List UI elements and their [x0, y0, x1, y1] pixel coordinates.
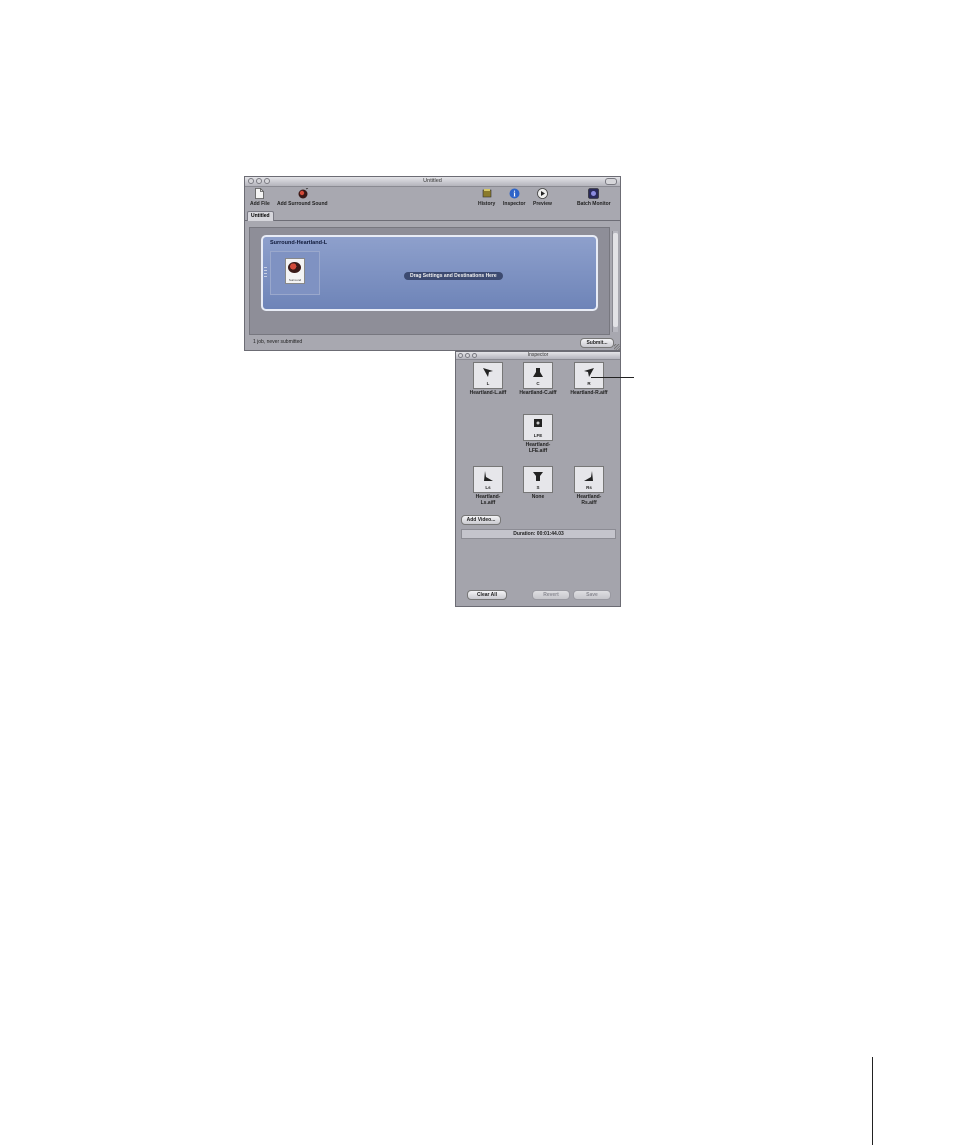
title-bar[interactable]: Untitled — [245, 177, 620, 187]
channel-label: C — [536, 381, 540, 386]
save-button[interactable]: Save — [573, 590, 611, 600]
scrollbar-thumb[interactable] — [613, 233, 618, 327]
surround-sound-icon — [297, 187, 308, 199]
inspector-window: Inspector L Heartland-L.aiff C Heartland… — [455, 351, 621, 607]
speaker-file-label: None — [531, 494, 545, 500]
inspector-label: Inspector — [503, 201, 526, 207]
document-icon — [254, 188, 265, 199]
speaker-file-label: Heartland-R.aiff — [570, 390, 608, 396]
status-text: 1 job, never submitted — [253, 339, 303, 345]
speaker-tile[interactable]: LFE — [523, 414, 553, 441]
info-icon: i — [509, 188, 520, 199]
speaker-file-label: Heartland-C.aiff — [519, 390, 557, 396]
channel-label: LFE — [533, 433, 543, 438]
preview-label: Preview — [533, 201, 552, 207]
toolbar-toggle-button[interactable] — [605, 178, 617, 185]
speaker-tile[interactable]: R — [574, 362, 604, 389]
speaker-file-label: Heartland-Rs.aiff — [576, 494, 602, 506]
window-title: Untitled — [423, 178, 442, 184]
batch-window: Untitled Add File Add Surround Sound His… — [244, 176, 621, 351]
speaker-file-label: Heartland-L.aiff — [469, 390, 507, 396]
job-card[interactable]: Surround-Heartland-L Surround Drag Setti… — [261, 235, 598, 311]
drop-target-hint[interactable]: Drag Settings and Destinations Here — [404, 272, 503, 280]
revert-button[interactable]: Revert — [532, 590, 570, 600]
batch-monitor-label: Batch Monitor — [577, 201, 611, 207]
speaker-slot-rs[interactable]: Rs Heartland-Rs.aiff — [564, 466, 614, 506]
vertical-scrollbar[interactable] — [612, 231, 618, 332]
speaker-slot-l[interactable]: L Heartland-L.aiff — [463, 362, 513, 396]
channel-label: S — [536, 485, 540, 490]
batch-tabs: Untitled — [245, 210, 620, 221]
toolbar: Add File Add Surround Sound History i In… — [245, 187, 620, 209]
batch-job-list[interactable]: Surround-Heartland-L Surround Drag Setti… — [249, 227, 610, 335]
add-surround-sound-button[interactable]: Add Surround Sound — [277, 187, 328, 207]
subwoofer-icon — [524, 419, 552, 433]
job-title: Surround-Heartland-L — [270, 240, 328, 246]
surround-file-icon: Surround — [285, 258, 305, 284]
submit-button[interactable]: Submit... — [580, 338, 614, 348]
surround-disc-icon — [288, 262, 301, 273]
batch-monitor-icon — [588, 188, 600, 199]
speaker-slot-ls[interactable]: Ls Heartland-Ls.aiff — [463, 466, 513, 506]
speaker-tile[interactable]: Rs — [574, 466, 604, 493]
speaker-right-surround-icon — [575, 471, 603, 485]
page-margin-rule — [872, 1057, 873, 1145]
drag-handle[interactable] — [264, 267, 267, 279]
speaker-tile[interactable]: C — [523, 362, 553, 389]
speaker-slot-c[interactable]: C Heartland-C.aiff — [513, 362, 563, 396]
add-file-button[interactable]: Add File — [250, 188, 270, 207]
batch-monitor-button[interactable]: Batch Monitor — [577, 188, 611, 207]
speaker-slot-r[interactable]: R Heartland-R.aiff — [564, 362, 614, 396]
play-icon — [537, 188, 548, 199]
speaker-surround-icon — [524, 471, 552, 485]
speaker-center-icon — [524, 367, 552, 381]
speaker-tile[interactable]: S — [523, 466, 553, 493]
speaker-slot-lfe[interactable]: LFE Heartland-LFE.aiff — [513, 414, 563, 454]
history-label: History — [478, 201, 496, 207]
file-caption: Surround — [288, 278, 302, 282]
channel-label: Rs — [586, 485, 592, 490]
add-file-label: Add File — [250, 201, 270, 207]
tab-untitled[interactable]: Untitled — [247, 211, 274, 221]
duration-readout: Duration: 00:01:44.03 — [461, 529, 616, 539]
preview-button[interactable]: Preview — [533, 188, 552, 207]
clear-all-button[interactable]: Clear All — [467, 590, 507, 600]
add-surround-sound-label: Add Surround Sound — [277, 201, 328, 207]
speaker-left-icon — [474, 367, 502, 381]
add-video-button[interactable]: Add Video... — [461, 515, 501, 525]
channel-label: L — [486, 381, 490, 386]
resize-handle[interactable] — [614, 344, 620, 350]
history-button[interactable]: History — [478, 188, 495, 207]
inspector-button[interactable]: i Inspector — [503, 188, 526, 207]
speaker-file-label: Heartland-LFE.aiff — [525, 442, 551, 454]
inspector-title: Inspector — [527, 352, 549, 358]
source-media[interactable]: Surround — [270, 251, 320, 295]
history-icon — [481, 188, 492, 199]
callout-line — [591, 377, 634, 378]
inspector-title-bar[interactable]: Inspector — [456, 352, 620, 360]
speaker-left-surround-icon — [474, 471, 502, 485]
speaker-right-icon — [575, 367, 603, 381]
channel-label: R — [587, 381, 591, 386]
speaker-tile[interactable]: Ls — [473, 466, 503, 493]
speaker-file-label: Heartland-Ls.aiff — [475, 494, 501, 506]
channel-label: Ls — [485, 485, 491, 490]
speaker-slot-s[interactable]: S None — [513, 466, 563, 500]
speaker-tile[interactable]: L — [473, 362, 503, 389]
